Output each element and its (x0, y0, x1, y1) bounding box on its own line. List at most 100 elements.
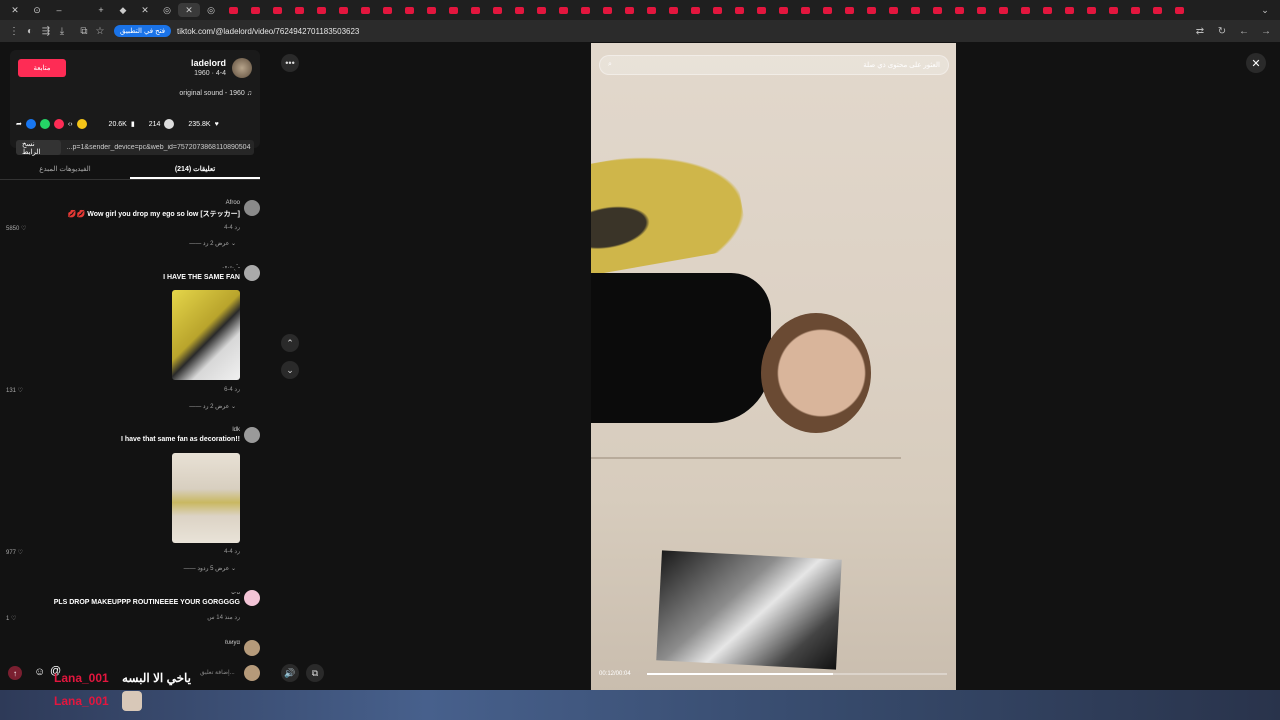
avatar[interactable] (244, 265, 260, 281)
youtube-tab[interactable] (332, 3, 354, 17)
pinterest-icon[interactable] (53, 119, 64, 129)
youtube-tab[interactable] (1014, 3, 1036, 17)
comment-likes[interactable]: 131 ♡ (6, 387, 23, 394)
youtube-tab[interactable] (288, 3, 310, 17)
send-icon[interactable]: ↑ (8, 666, 22, 680)
more-options-button[interactable]: ••• (281, 54, 299, 72)
more-vert-icon[interactable]: ⋮ (6, 26, 22, 37)
bookmark-icon[interactable]: ▮ (131, 120, 135, 128)
tab-favicon[interactable]: ✕ (134, 3, 156, 17)
tab-comments[interactable]: (214) تعليقات (130, 164, 260, 179)
comment-image[interactable] (172, 453, 240, 543)
youtube-tab[interactable] (640, 3, 662, 17)
avatar[interactable] (232, 58, 252, 78)
comment-meta[interactable]: رد منذ 14 س (207, 614, 240, 621)
heart-icon[interactable]: ♥ (215, 121, 219, 128)
next-video-button[interactable]: ⌄ (281, 361, 299, 379)
embed-icon[interactable]: ‹› (68, 121, 73, 128)
youtube-tab[interactable] (860, 3, 882, 17)
comment-author[interactable]: ·⍤·ᵕ·ˎˊ˗ (222, 265, 240, 272)
youtube-tab[interactable] (442, 3, 464, 17)
comment-meta[interactable]: رد 4-4 (224, 548, 240, 555)
back-icon[interactable]: ← (1236, 26, 1252, 37)
comment-author[interactable]: ldk (232, 427, 240, 433)
follow-button[interactable]: متابعة (18, 59, 66, 77)
youtube-tab[interactable] (926, 3, 948, 17)
youtube-tab[interactable] (464, 3, 486, 17)
youtube-tab[interactable] (398, 3, 420, 17)
reload-icon[interactable]: ↻ (1214, 26, 1230, 37)
youtube-tab[interactable] (728, 3, 750, 17)
add-comment-input[interactable]: إضافة تعليق... (200, 669, 235, 676)
copy-link-button[interactable]: نسخ الرابط (16, 140, 61, 156)
youtube-tab[interactable] (222, 3, 244, 17)
youtube-tab[interactable] (1146, 3, 1168, 17)
video-progress-bar[interactable] (647, 673, 947, 675)
avatar[interactable] (244, 590, 260, 606)
youtube-tab[interactable] (354, 3, 376, 17)
emoji-icon[interactable]: ☺ (34, 666, 45, 678)
share-link[interactable]: ...p=1&sender_device=pc&web_id=757207386… (61, 144, 254, 151)
youtube-tab[interactable] (772, 3, 794, 17)
youtube-tab[interactable] (530, 3, 552, 17)
youtube-tab[interactable] (376, 3, 398, 17)
youtube-tab[interactable] (266, 3, 288, 17)
youtube-tab[interactable] (662, 3, 684, 17)
comment-likes[interactable]: 1 ♡ (6, 615, 16, 622)
youtube-tab[interactable] (1124, 3, 1146, 17)
youtube-tab[interactable] (552, 3, 574, 17)
comment-icon[interactable] (164, 119, 175, 129)
view-replies[interactable]: —— عرض 2 رد ⌄ (189, 240, 236, 247)
tab-active[interactable]: ✕ (178, 3, 200, 17)
youtube-tab[interactable] (750, 3, 772, 17)
youtube-tab[interactable] (948, 3, 970, 17)
comment-meta[interactable]: رد 4-4 (224, 224, 240, 231)
youtube-tab[interactable] (794, 3, 816, 17)
comment-image[interactable] (172, 290, 240, 380)
open-in-app-button[interactable]: فتح في التطبيق (114, 25, 172, 37)
minimize-icon[interactable]: – (48, 3, 70, 17)
youtube-tab[interactable] (574, 3, 596, 17)
youtube-tab[interactable] (508, 3, 530, 17)
coin-icon[interactable] (76, 119, 87, 129)
download-icon[interactable]: ⤓ (54, 26, 70, 37)
previous-video-button[interactable]: ⌃ (281, 334, 299, 352)
youtube-tab[interactable] (838, 3, 860, 17)
tab-favicon[interactable]: ◆ (112, 3, 134, 17)
related-search-input[interactable]: ⌕ العثور على محتوى ذي صلة (599, 55, 949, 75)
comment-likes[interactable]: 977 ♡ (6, 549, 23, 556)
share-icon[interactable]: ➦ (16, 120, 22, 128)
view-replies[interactable]: —— عرض 5 ردود ⌄ (184, 565, 236, 572)
youtube-tab[interactable] (1102, 3, 1124, 17)
youtube-tab[interactable] (618, 3, 640, 17)
youtube-tab[interactable] (486, 3, 508, 17)
tune-icon[interactable]: ⇄ (1192, 26, 1208, 37)
youtube-tab[interactable] (970, 3, 992, 17)
tab-list-icon[interactable]: ⌄ (1254, 3, 1276, 17)
volume-button[interactable]: 🔊 (281, 664, 299, 682)
comment-author[interactable]: ℓυиуα (225, 640, 240, 646)
youtube-tab[interactable] (420, 3, 442, 17)
extension-icon[interactable]: ◐ (22, 26, 38, 37)
youtube-tab[interactable] (310, 3, 332, 17)
tab-favicon[interactable]: ◎ (200, 3, 222, 17)
search-icon[interactable]: ⌕ (608, 61, 612, 69)
comment-author[interactable]: ᴗ·ᴗ (231, 590, 240, 596)
youtube-tab[interactable] (684, 3, 706, 17)
youtube-tab[interactable] (706, 3, 728, 17)
comment-likes[interactable]: 5850 ♡ (6, 225, 26, 232)
avatar[interactable] (244, 200, 260, 216)
comment-author[interactable]: Afroo (226, 200, 240, 206)
video-player[interactable]: ⌕ العثور على محتوى ذي صلة 00:12/00:04 (591, 43, 956, 693)
url-text[interactable]: tiktok.com/@ladelord/video/7624942701183… (177, 27, 359, 36)
youtube-tab[interactable] (244, 3, 266, 17)
youtube-tab[interactable] (816, 3, 838, 17)
youtube-tab[interactable] (1168, 3, 1190, 17)
new-tab-icon[interactable]: + (90, 3, 112, 17)
username[interactable]: ladelord (191, 58, 226, 68)
youtube-tab[interactable] (1036, 3, 1058, 17)
view-replies[interactable]: —— عرض 2 رد ⌄ (189, 403, 236, 410)
forward-icon[interactable]: → (1258, 26, 1274, 37)
avatar[interactable] (244, 427, 260, 443)
youtube-tab[interactable] (1080, 3, 1102, 17)
